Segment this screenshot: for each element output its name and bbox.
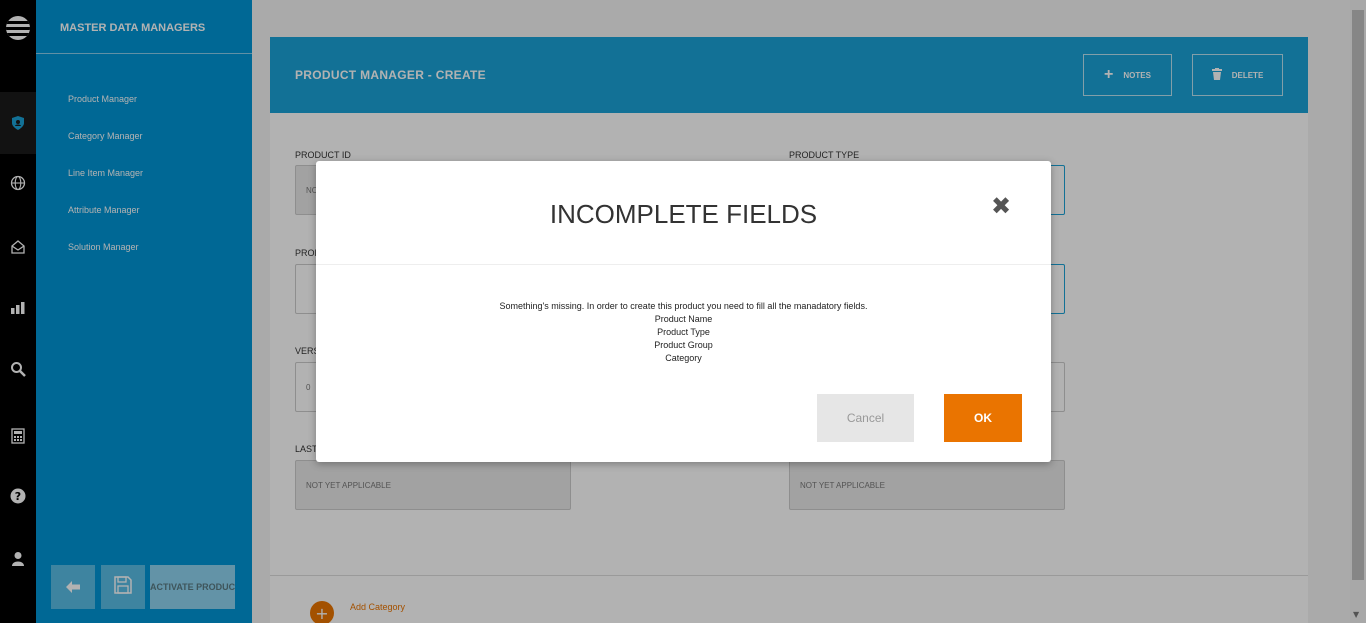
- close-icon[interactable]: ✖: [990, 194, 1012, 218]
- dialog-message: Something's missing. In order to create …: [316, 300, 1051, 365]
- dialog-title: INCOMPLETE FIELDS: [549, 199, 818, 229]
- missing-field: Category: [665, 353, 702, 363]
- ok-button[interactable]: OK: [944, 394, 1022, 442]
- dialog-divider: [316, 264, 1051, 265]
- missing-field: Product Type: [657, 327, 710, 337]
- missing-field: Product Name: [654, 314, 713, 324]
- incomplete-fields-dialog: INCOMPLETE FIELDS ✖ Something's missing.…: [316, 161, 1051, 462]
- cancel-button[interactable]: Cancel: [817, 394, 914, 442]
- dialog-message-text: Something's missing. In order to create …: [499, 301, 868, 311]
- missing-field: Product Group: [654, 340, 713, 350]
